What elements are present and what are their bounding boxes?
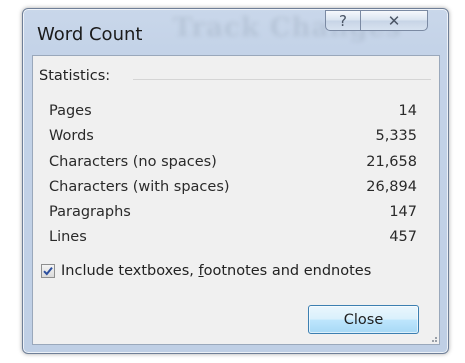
include-textboxes-option[interactable]: Include textboxes, footnotes and endnote…: [41, 263, 371, 279]
word-count-dialog: Track Changes Word Count ? ✕ Statistics:…: [22, 8, 449, 354]
stat-value: 26,894: [366, 178, 417, 195]
stat-label: Paragraphs: [49, 204, 131, 221]
stat-value: 5,335: [375, 128, 417, 145]
help-button[interactable]: ?: [325, 10, 361, 31]
stat-row-paragraphs: Paragraphs 147: [49, 204, 417, 229]
title-close-button[interactable]: ✕: [360, 10, 428, 31]
stat-value: 457: [389, 229, 417, 246]
stat-label: Characters (with spaces): [49, 178, 230, 195]
close-icon: ✕: [387, 11, 401, 30]
stat-label: Lines: [49, 229, 87, 246]
statistics-list: Pages 14 Words 5,335 Characters (no spac…: [49, 103, 417, 255]
include-textboxes-checkbox[interactable]: [41, 264, 55, 278]
statistics-group-label: Statistics:: [39, 68, 117, 84]
stat-value: 14: [398, 103, 417, 119]
include-textboxes-label: Include textboxes, footnotes and endnote…: [61, 263, 372, 279]
stat-label: Pages: [49, 103, 92, 119]
stat-row-characters-with-spaces: Characters (with spaces) 26,894: [49, 179, 417, 204]
group-divider: [133, 79, 431, 80]
stat-label: Characters (no spaces): [49, 153, 217, 170]
stat-row-pages: Pages 14: [49, 103, 417, 128]
resize-grip-icon[interactable]: [428, 333, 438, 343]
dialog-content: Statistics: Pages 14 Words 5,335 Charact…: [32, 55, 440, 345]
dialog-title: Word Count: [37, 24, 143, 45]
help-icon: ?: [339, 11, 347, 30]
stat-row-lines: Lines 457: [49, 229, 417, 254]
dialog-titlebar[interactable]: Word Count ? ✕: [23, 9, 448, 55]
close-button[interactable]: Close: [308, 305, 419, 334]
stat-value: 21,658: [366, 153, 417, 170]
stat-row-characters-no-spaces: Characters (no spaces) 21,658: [49, 154, 417, 179]
stat-row-words: Words 5,335: [49, 128, 417, 153]
stat-label: Words: [49, 128, 94, 145]
stat-value: 147: [389, 204, 417, 221]
checkmark-icon: [43, 266, 53, 276]
